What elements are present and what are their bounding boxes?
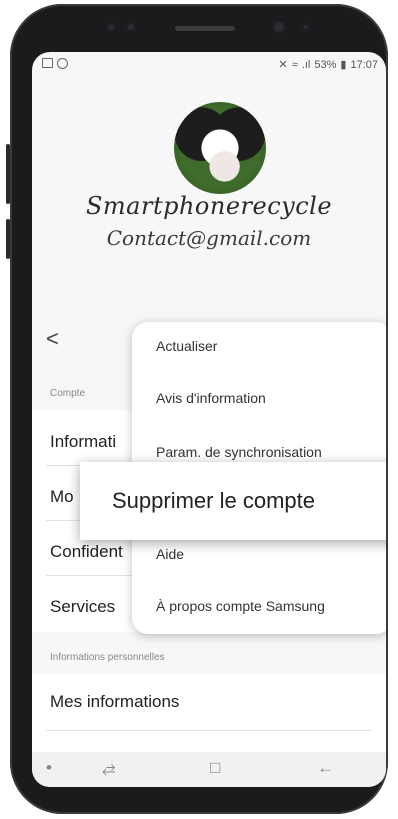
circle-icon: [57, 58, 68, 69]
top-bezel: [10, 4, 388, 54]
list-item[interactable]: Mo: [50, 487, 74, 507]
battery-icon: ▮: [340, 59, 347, 71]
home-icon[interactable]: □: [210, 758, 220, 778]
delete-account-label: Supprimer le compte: [112, 488, 315, 513]
sensor-icon: [302, 23, 310, 31]
dot-icon: •: [46, 758, 52, 777]
sensor-icon: [126, 22, 136, 32]
back-icon[interactable]: <: [46, 326, 59, 352]
earpiece-speaker: [175, 26, 235, 31]
menu-item-notice[interactable]: Avis d'information: [156, 390, 266, 406]
volume-button: [6, 144, 10, 204]
personal-list: Mes informations: [32, 674, 386, 752]
avatar[interactable]: [174, 102, 266, 194]
back-arrow-icon[interactable]: ←: [317, 758, 334, 778]
clock: 17:07: [350, 58, 378, 71]
gallery-icon: [42, 58, 53, 68]
front-camera-icon: [272, 20, 286, 34]
battery-percent: 53%: [314, 58, 337, 71]
menu-item-about[interactable]: À propos compte Samsung: [156, 598, 325, 614]
sensor-icon: [106, 22, 116, 32]
menu-item-help[interactable]: Aide: [156, 546, 184, 562]
navigation-bar: • ⥄ □ ←: [32, 752, 386, 787]
bottom-bezel: [10, 784, 388, 814]
divider: [46, 730, 372, 731]
screen: ✕ ≈ .ıl 53% ▮ 17:07 Smartphonerecycle Co…: [32, 52, 386, 787]
profile-name: Smartphonerecycle: [85, 192, 333, 220]
signal-icon: .ıl: [301, 58, 311, 71]
recent-apps-icon[interactable]: ⥄: [102, 758, 116, 778]
list-item[interactable]: Informati: [50, 432, 116, 452]
profile-email: Contact@gmail.com: [106, 226, 312, 250]
mute-icon: ✕: [278, 59, 288, 71]
menu-item-refresh[interactable]: Actualiser: [156, 338, 217, 354]
wifi-icon: ≈: [291, 58, 298, 71]
list-item[interactable]: Services: [50, 597, 115, 617]
menu-item-sync-settings[interactable]: Param. de synchronisation: [156, 444, 322, 460]
list-item[interactable]: Mes informations: [50, 692, 179, 712]
bixby-button: [6, 219, 10, 259]
delete-account-button[interactable]: Supprimer le compte: [80, 462, 386, 540]
phone-frame: ✕ ≈ .ıl 53% ▮ 17:07 Smartphonerecycle Co…: [6, 4, 388, 814]
system-status: ✕ ≈ .ıl 53% ▮ 17:07: [278, 58, 378, 72]
section-label-account: Compte: [50, 388, 86, 399]
status-bar: ✕ ≈ .ıl 53% ▮ 17:07: [32, 52, 386, 78]
list-item[interactable]: Confident: [50, 542, 123, 562]
notification-icons: [42, 58, 68, 69]
section-label-personal: Informations personnelles: [50, 652, 165, 663]
